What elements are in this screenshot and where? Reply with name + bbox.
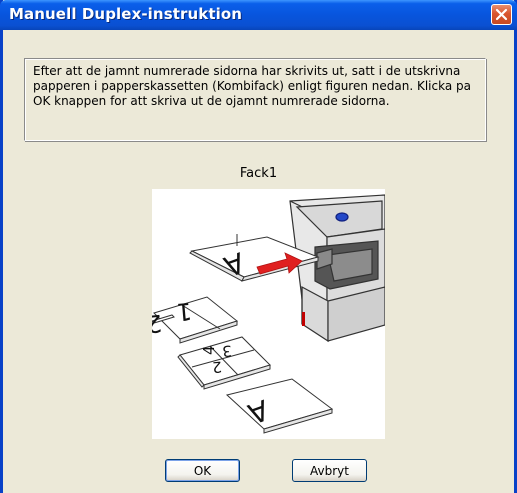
window-title: Manuell Duplex-instruktion bbox=[9, 5, 243, 23]
title-bar[interactable]: Manuell Duplex-instruktion bbox=[0, 0, 517, 30]
close-button[interactable] bbox=[491, 4, 512, 25]
message-group: Efter att de jamnt numrerade sidorna har… bbox=[24, 58, 486, 141]
instruction-text: Efter att de jamnt numrerade sidorna har… bbox=[33, 64, 471, 108]
svg-text:2: 2 bbox=[211, 358, 222, 377]
cancel-button[interactable]: Avbryt bbox=[292, 459, 367, 482]
svg-text:4: 4 bbox=[200, 345, 218, 355]
printer-icon bbox=[289, 194, 386, 343]
page-sheet-A-icon: A bbox=[225, 378, 334, 434]
page-sheet-1-2-icon: 1 2 bbox=[145, 296, 239, 344]
svg-text:2: 2 bbox=[152, 309, 163, 338]
ok-button[interactable]: OK bbox=[165, 459, 240, 482]
dialog-window: Manuell Duplex-instruktion Efter att de … bbox=[0, 0, 517, 493]
svg-text:1: 1 bbox=[175, 297, 193, 326]
page-sheet-3-4-icon: 3 4 2 bbox=[177, 336, 271, 390]
tray-label: Fack1 bbox=[239, 166, 278, 181]
duplex-illustration: A 1 2 3 4 2 A bbox=[145, 189, 386, 439]
svg-text:3: 3 bbox=[221, 342, 232, 361]
printer-tray-image: A 1 2 3 4 2 A bbox=[145, 194, 386, 434]
close-icon bbox=[495, 8, 508, 21]
